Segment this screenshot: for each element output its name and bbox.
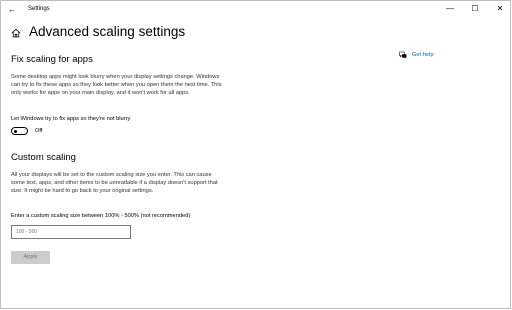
apply-button[interactable]: Apply [11,251,50,264]
close-button[interactable]: ✕ [488,1,512,17]
fix-apps-toggle[interactable] [11,127,28,135]
settings-window: ← Settings — ☐ ✕ Advanced scaling settin… [0,0,511,309]
minimize-button[interactable]: — [438,1,462,17]
home-icon[interactable] [11,28,21,38]
maximize-button[interactable]: ☐ [463,1,487,17]
custom-scaling-input[interactable] [11,225,131,239]
fix-scaling-heading: Fix scaling for apps [11,54,93,65]
toggle-knob [14,129,17,133]
toggle-state-text: Off [35,128,43,134]
window-title: Settings [28,6,50,12]
fix-apps-toggle-label: Let Windows try to fix apps so they're n… [11,116,131,122]
title-bar: ← Settings — ☐ ✕ [1,1,510,17]
back-arrow-icon[interactable]: ← [5,2,19,16]
fix-scaling-description: Some desktop apps might look blurry when… [11,74,222,97]
help-chat-icon [399,51,407,59]
custom-scaling-description: All your displays will be set to the cus… [11,172,218,195]
custom-scaling-heading: Custom scaling [11,152,76,163]
get-help-label[interactable]: Get help [412,51,434,59]
page-title: Advanced scaling settings [29,24,186,39]
custom-scaling-input-label: Enter a custom scaling size between 100%… [11,213,191,219]
